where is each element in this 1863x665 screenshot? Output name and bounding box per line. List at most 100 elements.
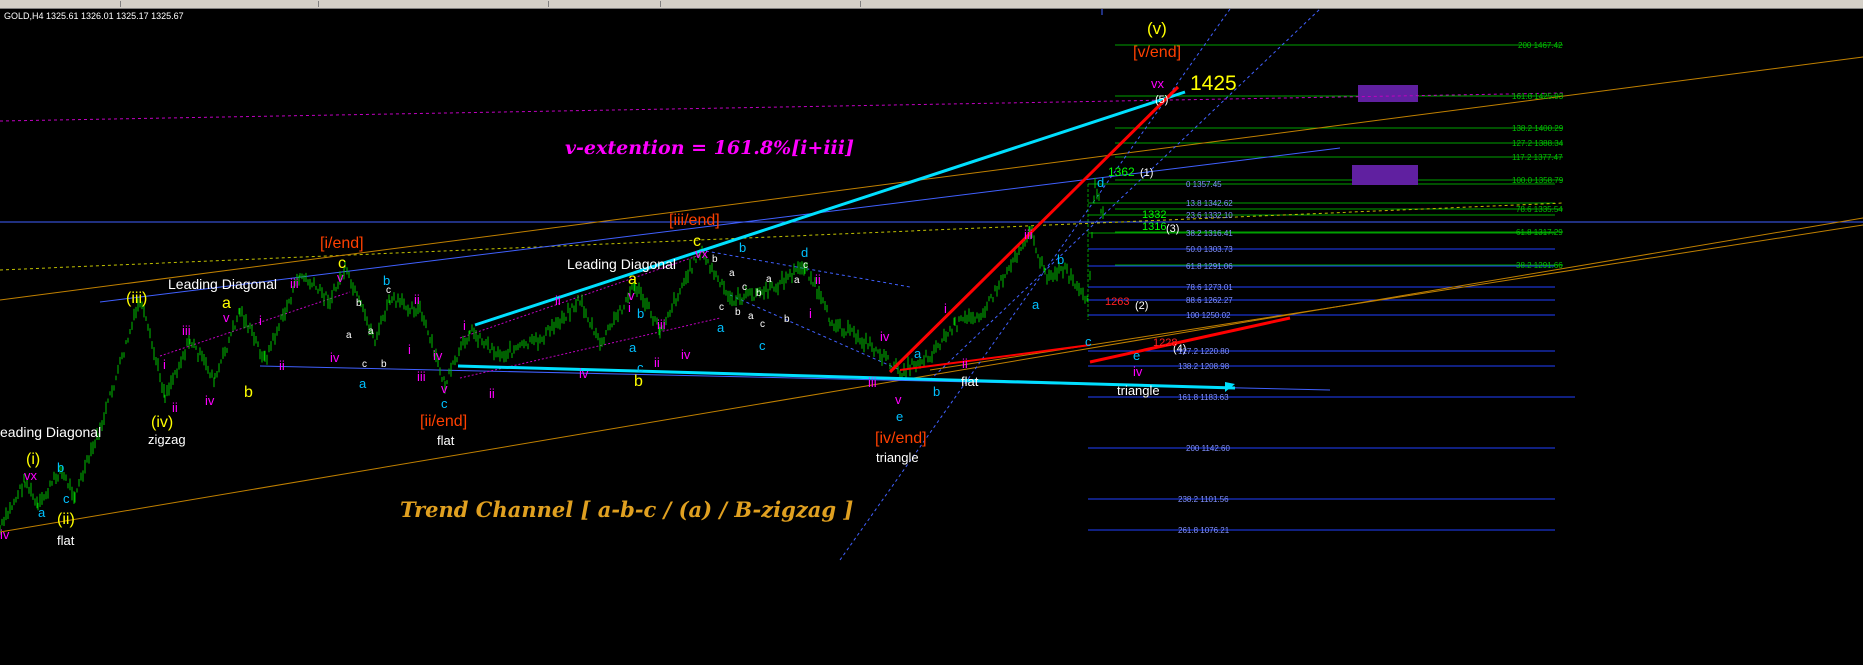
- target-zone-box[interactable]: [1358, 85, 1418, 102]
- wave-label: i: [809, 306, 812, 321]
- wave-label: v: [223, 310, 230, 325]
- wave-label: iv: [0, 527, 10, 542]
- wave-label: triangle: [1117, 383, 1160, 398]
- wave-label: (iii): [126, 290, 148, 307]
- fib-level-label: 38.2 1291.66: [1516, 261, 1563, 270]
- wave-label: a: [748, 311, 754, 322]
- wave-label: a: [368, 326, 374, 337]
- yellow-dashed-line[interactable]: [0, 202, 1564, 271]
- fib-level-label: 100.0 1358.79: [1512, 176, 1564, 185]
- wave-label: v: [895, 392, 902, 407]
- fib-level-label: 161.8 1183.63: [1178, 393, 1229, 402]
- channel-lower-line[interactable]: [0, 217, 1863, 533]
- wave-label: c: [803, 260, 808, 271]
- wave-label: triangle: [876, 450, 919, 465]
- wave-label: b: [735, 307, 741, 318]
- wave-label: [iv/end]: [875, 430, 927, 447]
- wave-label: c: [760, 319, 765, 330]
- wave-label: ii: [489, 386, 495, 401]
- fib-level-label: 100 1250.02: [1186, 311, 1231, 320]
- fib-level-label: 200 1467.42: [1518, 41, 1563, 50]
- wave-label: b: [356, 298, 362, 309]
- wave-label: b: [712, 254, 718, 265]
- wave-label: flat: [437, 433, 455, 448]
- wave-label: b: [381, 359, 387, 370]
- wave-label: (1): [1140, 167, 1154, 179]
- toolbar-separator: [860, 1, 861, 7]
- wave-label: iv: [433, 348, 443, 363]
- wave-label: b: [784, 314, 790, 325]
- wave-label: (i): [26, 451, 41, 468]
- fib-level-label: 61.8 1291.06: [1186, 262, 1233, 271]
- wave-label: v: [337, 270, 344, 285]
- wave-label: e: [896, 409, 904, 424]
- wave-label: c: [362, 359, 367, 370]
- fib-level-label: 78.6 1273.01: [1186, 283, 1233, 292]
- wave-label: flat: [57, 533, 75, 548]
- wave-label: a: [766, 274, 772, 285]
- wave-label: c: [63, 491, 70, 506]
- target-zone-box[interactable]: [1352, 165, 1418, 185]
- wave-label: b: [739, 240, 747, 255]
- fib-level-label: 238.2 1101.56: [1178, 495, 1229, 504]
- wave-label: a: [38, 505, 46, 520]
- wave-label: i: [163, 357, 166, 372]
- fib-level-label: 61.8 1317.29: [1516, 228, 1563, 237]
- toolbar-separator: [548, 1, 549, 7]
- wave-label: [iii/end]: [669, 212, 720, 229]
- symbol-header: GOLD,H4 1325.61 1326.01 1325.17 1325.67: [4, 11, 184, 21]
- wave-label: i: [944, 301, 947, 316]
- wave-label: b: [634, 373, 643, 390]
- fib-level-label: 38.2 1316.41: [1186, 229, 1233, 238]
- wave-label: d: [801, 245, 809, 260]
- fib-level-label: 0 1357.45: [1186, 180, 1222, 189]
- wave-label: ii: [654, 355, 660, 370]
- wave-label: i: [259, 313, 262, 328]
- magenta-dashed-line[interactable]: [0, 92, 1564, 122]
- wave-label: iv: [681, 347, 691, 362]
- wave-label: iii: [182, 323, 191, 338]
- fib-level-label: 50.0 1303.73: [1186, 245, 1233, 254]
- wave-label: Leading Diagonal: [168, 276, 277, 292]
- fib-level-label: 161.8 1425.93: [1512, 92, 1564, 101]
- wave-label: ii: [279, 358, 285, 373]
- wave-label: a: [914, 346, 922, 361]
- wave-label: d: [1097, 175, 1105, 190]
- wave-label: Leading Diagonal: [567, 256, 676, 272]
- wave-label: c: [386, 285, 391, 296]
- fib-level-label: 127.2 1220.80: [1178, 347, 1230, 356]
- wave-channel-line: [729, 294, 901, 371]
- chart-canvas[interactable]: [0, 9, 1863, 665]
- wave-label: (2): [1135, 300, 1149, 312]
- wave-label: ii: [172, 400, 178, 415]
- fib-level-label: 138.2 1400.29: [1512, 124, 1564, 133]
- wave-label: ii: [555, 293, 561, 308]
- wave-label: c: [1085, 334, 1092, 349]
- fib-level-label: 78.6 1335.54: [1516, 205, 1563, 214]
- v-extention-annotation: v-extention = 161.8%[i+iii]: [565, 137, 854, 159]
- wave-label: iv: [880, 329, 890, 344]
- wave-label: iii: [657, 317, 666, 332]
- wave-label: ii: [962, 356, 968, 371]
- wave-label: a: [794, 275, 800, 286]
- wave-label: ii: [414, 292, 420, 307]
- red-trend-line[interactable]: [888, 85, 1180, 374]
- wave-label: iii: [868, 375, 877, 390]
- fibonacci-grid: [1087, 44, 1575, 531]
- toolbar-separator: [120, 1, 121, 7]
- fib-level-label: 200 1142.60: [1186, 444, 1230, 453]
- wave-label: (5): [1155, 94, 1169, 106]
- price-chart[interactable]: eading Diagonal (i) vx b c a (ii) flat iv (iii) i i…: [0, 9, 1863, 665]
- wave-label: a: [1032, 297, 1040, 312]
- wave-label: b: [756, 288, 762, 299]
- fib-level-label: 117.2 1377.47: [1512, 153, 1563, 162]
- trend-channel-annotation: Trend Channel [ a-b-c / (a) / B-zigzag ]: [400, 497, 854, 522]
- wave-label: (iv): [151, 414, 174, 431]
- wave-label: (3): [1166, 223, 1180, 235]
- wave-label: [i/end]: [320, 235, 364, 252]
- wave-label: eading Diagonal: [0, 424, 102, 440]
- channel-upper-line[interactable]: [0, 56, 1863, 301]
- wave-label: b: [57, 460, 65, 475]
- fib-level-label: 261.8 1076.21: [1178, 526, 1230, 535]
- wave-label: i: [408, 342, 411, 357]
